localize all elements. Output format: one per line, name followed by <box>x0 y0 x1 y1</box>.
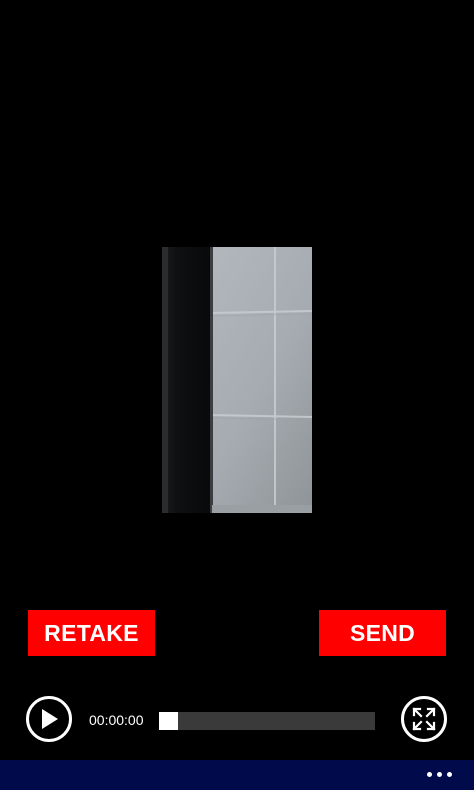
time-readout: 00:00:00 <box>89 712 144 728</box>
progress-bar[interactable] <box>159 712 375 730</box>
app-bar <box>0 760 474 790</box>
retake-button-label: RETAKE <box>44 619 139 646</box>
video-frame-image <box>162 247 312 513</box>
more-options-button[interactable] <box>427 768 452 781</box>
retake-button[interactable]: RETAKE <box>28 610 155 656</box>
ellipsis-icon <box>447 772 452 777</box>
play-icon <box>42 709 58 729</box>
send-button[interactable]: SEND <box>319 610 446 656</box>
play-button[interactable] <box>26 696 72 742</box>
progress-thumb[interactable] <box>159 712 178 730</box>
ellipsis-icon <box>437 772 442 777</box>
video-preview <box>162 247 312 513</box>
send-button-label: SEND <box>349 619 416 646</box>
expand-icon <box>412 707 436 731</box>
ellipsis-icon <box>427 772 432 777</box>
fullscreen-button[interactable] <box>401 696 447 742</box>
